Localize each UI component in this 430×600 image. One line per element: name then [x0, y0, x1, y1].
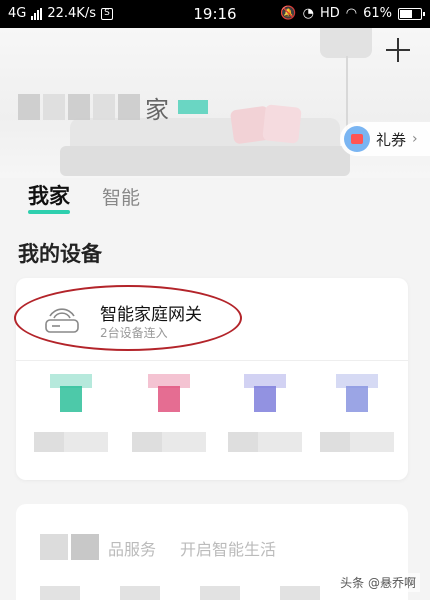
tab-smart[interactable]: 智能: [102, 183, 140, 216]
gift-icon: [344, 126, 370, 152]
device-tile[interactable]: [318, 374, 398, 470]
blurred-text: [118, 94, 140, 120]
service-text: 品服务: [108, 540, 157, 559]
router-icon: [45, 308, 79, 333]
battery-percent: 61%: [363, 6, 392, 21]
device-tile[interactable]: [130, 374, 210, 470]
gateway-subtitle: 2台设备连入: [100, 326, 168, 340]
chevron-right-icon: ›: [412, 131, 418, 147]
coupon-label: 礼券: [376, 130, 407, 149]
device-icon: [50, 374, 92, 414]
blurred-device-label: [228, 432, 302, 452]
section-title-my-devices: 我的设备: [18, 242, 102, 266]
pillow-illustration-2: [262, 104, 302, 144]
gateway-name: 智能家庭网关: [100, 305, 202, 325]
blurred-text: [40, 534, 99, 560]
blurred-device-label: [320, 432, 394, 452]
blurred-text: [18, 94, 40, 120]
blurred-device-label: [34, 432, 108, 452]
device-icon: [148, 374, 190, 414]
lamp-illustration: [320, 28, 372, 58]
device-tile[interactable]: [226, 374, 306, 470]
watermark: 头条 @悬乔啊: [336, 573, 420, 592]
home-tag-badge: [178, 100, 208, 114]
battery-icon: [398, 7, 425, 20]
coupon-button[interactable]: 礼券 ›: [340, 122, 430, 156]
gateway-row[interactable]: 智能家庭网关 2台设备连入: [14, 278, 408, 360]
home-name-suffix: 家: [145, 95, 169, 124]
tab-my-home[interactable]: 我家: [28, 180, 70, 216]
sofa-seat: [60, 146, 350, 176]
status-right: 🔕 ◔ HD ◠ 61%: [280, 6, 425, 21]
devices-card: 智能家庭网关 2台设备连入: [14, 278, 408, 480]
blurred-text: [93, 94, 115, 120]
blurred-row: [40, 586, 320, 600]
device-icon: [244, 374, 286, 414]
home-name[interactable]: 家: [18, 92, 208, 124]
add-icon[interactable]: [386, 38, 410, 62]
card-divider: [16, 360, 408, 361]
device-icon: [336, 374, 378, 414]
blurred-text: [43, 94, 65, 120]
device-tile[interactable]: [32, 374, 112, 470]
status-bar: 4G 22.4K/s S 19:16 🔕 ◔ HD ◠ 61%: [0, 0, 430, 28]
hd-indicator: HD: [319, 6, 340, 21]
battery-level: [400, 9, 413, 18]
wifi-icon: ◠: [345, 6, 358, 21]
smart-life-text: 品服务 开启智能生活: [108, 536, 276, 560]
mute-alarm-icon: 🔕: [280, 6, 297, 21]
blurred-device-label: [132, 432, 206, 452]
alarm-clock-icon: ◔: [302, 6, 314, 21]
blurred-text: [68, 94, 90, 120]
smart-life-link-text: 开启智能生活: [180, 540, 277, 559]
home-tabs: 我家 智能: [28, 180, 140, 216]
